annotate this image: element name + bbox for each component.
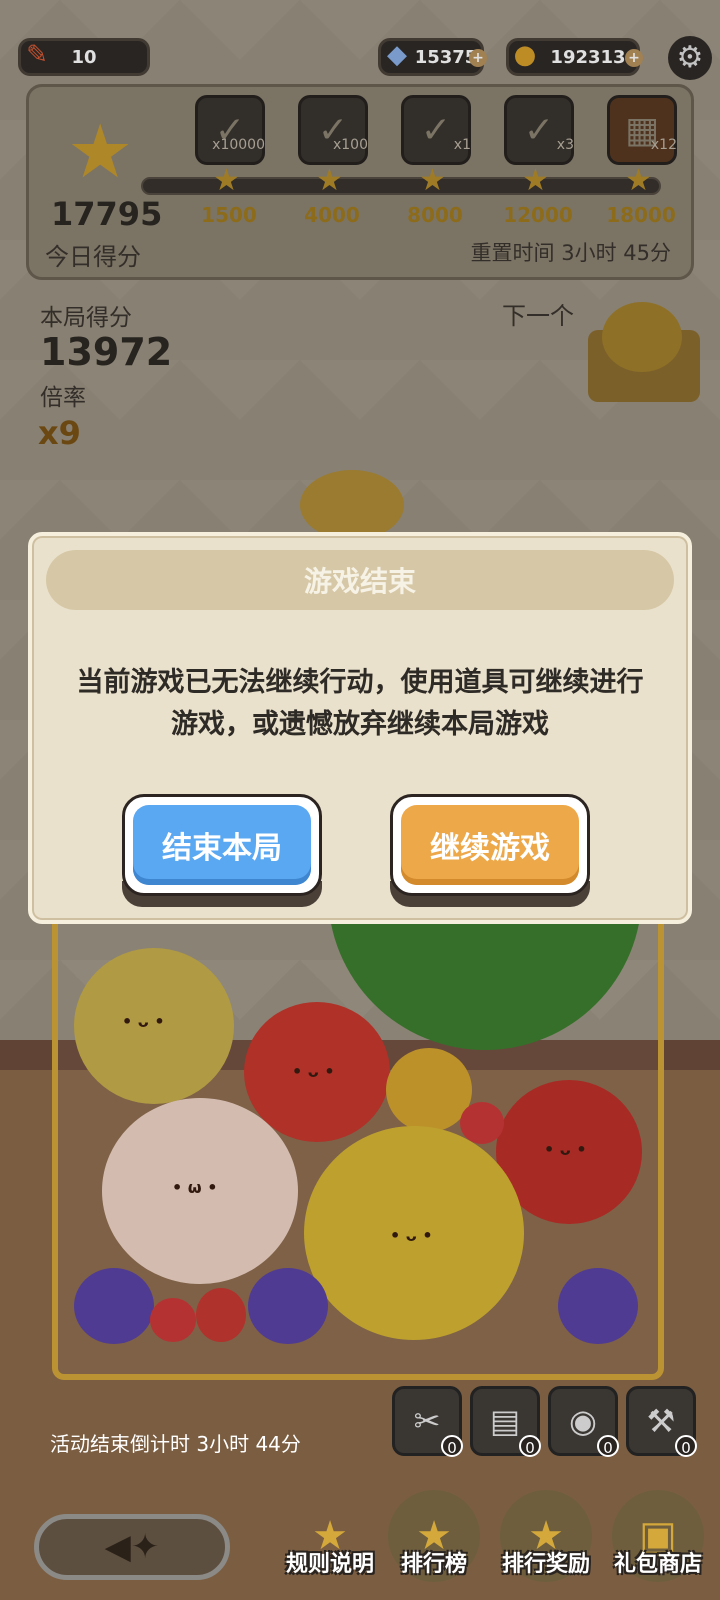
event-countdown: 活动结束倒计时 3小时 44分 bbox=[50, 1432, 301, 1456]
dialog-message: 当前游戏已无法继续行动，使用道具可继续进行游戏，或遗憾放弃继续本局游戏 bbox=[76, 667, 644, 740]
magnet-icon[interactable]: ✂ 0 bbox=[392, 1386, 463, 1457]
drop-slider[interactable]: ◀✦ bbox=[34, 1514, 230, 1580]
nav-label: 排行奖励 bbox=[501, 1552, 590, 1577]
game-over-dialog: 游戏结束 当前游戏已无法继续行动，使用道具可继续进行游戏，或遗憾放弃继续本局游戏… bbox=[28, 532, 692, 924]
nav-label: 排行榜 bbox=[400, 1552, 467, 1577]
tool-count: 0 bbox=[519, 1435, 541, 1457]
orb-icon[interactable]: ◉ 0 bbox=[548, 1386, 619, 1457]
tool-count: 0 bbox=[597, 1435, 619, 1457]
tool-count: 0 bbox=[441, 1435, 463, 1457]
leaf-icon: ◀✦ bbox=[104, 1527, 160, 1567]
nav-rank-rewards[interactable]: ★ 排行奖励 bbox=[494, 1490, 598, 1582]
continue-game-button[interactable]: 继续游戏 bbox=[390, 794, 590, 896]
nav-leaderboard[interactable]: ★ 排行榜 bbox=[382, 1490, 486, 1582]
end-round-label: 结束本局 bbox=[133, 805, 311, 885]
nav-label: 规则说明 bbox=[285, 1552, 374, 1577]
end-round-button[interactable]: 结束本局 bbox=[122, 794, 322, 896]
nav-rules[interactable]: ★ 规则说明 bbox=[278, 1490, 382, 1578]
nav-gift-shop[interactable]: ▣ 礼包商店 bbox=[606, 1490, 710, 1582]
continue-game-label: 继续游戏 bbox=[401, 805, 579, 885]
hammer-icon[interactable]: ⚒ 0 bbox=[626, 1386, 697, 1457]
card-icon[interactable]: ▤ 0 bbox=[470, 1386, 541, 1457]
dialog-title: 游戏结束 bbox=[46, 550, 674, 610]
nav-label: 礼包商店 bbox=[613, 1552, 702, 1577]
tool-count: 0 bbox=[675, 1435, 697, 1457]
